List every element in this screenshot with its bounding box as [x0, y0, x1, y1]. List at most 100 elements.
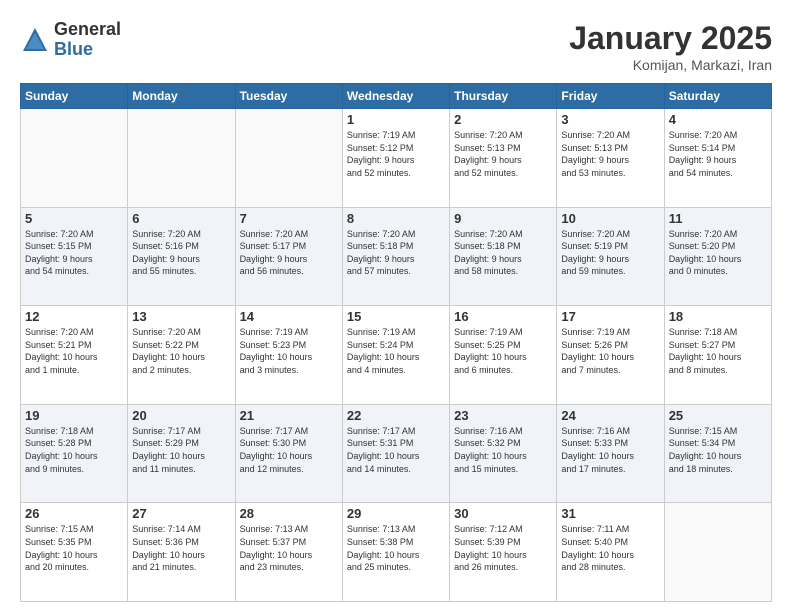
day-number: 8 — [347, 211, 445, 226]
col-monday: Monday — [128, 84, 235, 109]
header: General Blue January 2025 Komijan, Marka… — [20, 20, 772, 73]
day-cell: 30Sunrise: 7:12 AM Sunset: 5:39 PM Dayli… — [450, 503, 557, 602]
day-cell: 2 Sunrise: 7:20 AM Sunset: 5:13 PM Daylig… — [450, 109, 557, 208]
day-number: 2 — [454, 112, 552, 127]
day-number: 19 — [25, 408, 123, 423]
day-info: Sunrise: 7:20 AM Sunset: 5:15 PM Dayligh… — [25, 228, 123, 278]
day-number: 24 — [561, 408, 659, 423]
day-info: Sunrise: 7:19 AM Sunset: 5:25 PM Dayligh… — [454, 326, 552, 376]
day-number: 6 — [132, 211, 230, 226]
day-info: Sunrise: 7:16 AM Sunset: 5:33 PM Dayligh… — [561, 425, 659, 475]
day-number: 28 — [240, 506, 338, 521]
day-info: Sunrise: 7:20 AM Sunset: 5:18 PM Dayligh… — [454, 228, 552, 278]
day-info: Sunrise: 7:20 AM Sunset: 5:14 PM Dayligh… — [669, 129, 767, 179]
day-info: Sunrise: 7:16 AM Sunset: 5:32 PM Dayligh… — [454, 425, 552, 475]
day-info: Sunrise: 7:20 AM Sunset: 5:21 PM Dayligh… — [25, 326, 123, 376]
day-cell: 1 Sunrise: 7:19 AM Sunset: 5:12 PM Daylig… — [342, 109, 449, 208]
logo: General Blue — [20, 20, 121, 60]
day-cell: 17Sunrise: 7:19 AM Sunset: 5:26 PM Dayli… — [557, 306, 664, 405]
logo-icon — [20, 25, 50, 55]
day-cell: 8 Sunrise: 7:20 AM Sunset: 5:18 PM Daylig… — [342, 207, 449, 306]
day-info: Sunrise: 7:11 AM Sunset: 5:40 PM Dayligh… — [561, 523, 659, 573]
logo-general-text: General — [54, 20, 121, 40]
day-cell: 24 Sunrise: 7:16 AM Sunset: 5:33 PM Dayli… — [557, 404, 664, 503]
day-info: Sunrise: 7:20 AM Sunset: 5:16 PM Dayligh… — [132, 228, 230, 278]
logo-blue-text: Blue — [54, 40, 121, 60]
day-cell: 20 Sunrise: 7:17 AM Sunset: 5:29 PM Dayli… — [128, 404, 235, 503]
day-number: 1 — [347, 112, 445, 127]
day-info: Sunrise: 7:18 AM Sunset: 5:27 PM Dayligh… — [669, 326, 767, 376]
day-cell: 21 Sunrise: 7:17 AM Sunset: 5:30 PM Dayli… — [235, 404, 342, 503]
day-cell — [235, 109, 342, 208]
col-thursday: Thursday — [450, 84, 557, 109]
day-number: 29 — [347, 506, 445, 521]
day-info: Sunrise: 7:20 AM Sunset: 5:22 PM Dayligh… — [132, 326, 230, 376]
day-info: Sunrise: 7:19 AM Sunset: 5:12 PM Dayligh… — [347, 129, 445, 179]
header-row: Sunday Monday Tuesday Wednesday Thursday… — [21, 84, 772, 109]
day-cell: 4 Sunrise: 7:20 AM Sunset: 5:14 PM Daylig… — [664, 109, 771, 208]
day-info: Sunrise: 7:13 AM Sunset: 5:37 PM Dayligh… — [240, 523, 338, 573]
day-number: 10 — [561, 211, 659, 226]
day-cell — [128, 109, 235, 208]
day-info: Sunrise: 7:12 AM Sunset: 5:39 PM Dayligh… — [454, 523, 552, 573]
day-cell: 3 Sunrise: 7:20 AM Sunset: 5:13 PM Daylig… — [557, 109, 664, 208]
day-cell: 31Sunrise: 7:11 AM Sunset: 5:40 PM Dayli… — [557, 503, 664, 602]
day-info: Sunrise: 7:20 AM Sunset: 5:13 PM Dayligh… — [454, 129, 552, 179]
day-info: Sunrise: 7:15 AM Sunset: 5:34 PM Dayligh… — [669, 425, 767, 475]
day-cell: 14Sunrise: 7:19 AM Sunset: 5:23 PM Dayli… — [235, 306, 342, 405]
logo-text: General Blue — [54, 20, 121, 60]
day-number: 4 — [669, 112, 767, 127]
week-row-4: 19 Sunrise: 7:18 AM Sunset: 5:28 PM Dayli… — [21, 404, 772, 503]
day-info: Sunrise: 7:18 AM Sunset: 5:28 PM Dayligh… — [25, 425, 123, 475]
day-info: Sunrise: 7:20 AM Sunset: 5:17 PM Dayligh… — [240, 228, 338, 278]
day-number: 27 — [132, 506, 230, 521]
calendar-subtitle: Komijan, Markazi, Iran — [569, 57, 772, 73]
day-cell: 10Sunrise: 7:20 AM Sunset: 5:19 PM Dayli… — [557, 207, 664, 306]
day-info: Sunrise: 7:19 AM Sunset: 5:24 PM Dayligh… — [347, 326, 445, 376]
day-info: Sunrise: 7:15 AM Sunset: 5:35 PM Dayligh… — [25, 523, 123, 573]
week-row-5: 26 Sunrise: 7:15 AM Sunset: 5:35 PM Dayli… — [21, 503, 772, 602]
day-cell: 11Sunrise: 7:20 AM Sunset: 5:20 PM Dayli… — [664, 207, 771, 306]
day-number: 9 — [454, 211, 552, 226]
col-tuesday: Tuesday — [235, 84, 342, 109]
page: General Blue January 2025 Komijan, Marka… — [0, 0, 792, 612]
day-number: 14 — [240, 309, 338, 324]
day-info: Sunrise: 7:17 AM Sunset: 5:29 PM Dayligh… — [132, 425, 230, 475]
day-number: 25 — [669, 408, 767, 423]
calendar-title: January 2025 — [569, 20, 772, 57]
day-cell: 7Sunrise: 7:20 AM Sunset: 5:17 PM Daylig… — [235, 207, 342, 306]
title-block: January 2025 Komijan, Markazi, Iran — [569, 20, 772, 73]
day-number: 13 — [132, 309, 230, 324]
day-cell: 13 Sunrise: 7:20 AM Sunset: 5:22 PM Dayli… — [128, 306, 235, 405]
day-cell: 16Sunrise: 7:19 AM Sunset: 5:25 PM Dayli… — [450, 306, 557, 405]
day-cell: 6 Sunrise: 7:20 AM Sunset: 5:16 PM Daylig… — [128, 207, 235, 306]
day-number: 17 — [561, 309, 659, 324]
day-number: 11 — [669, 211, 767, 226]
col-friday: Friday — [557, 84, 664, 109]
day-info: Sunrise: 7:20 AM Sunset: 5:13 PM Dayligh… — [561, 129, 659, 179]
day-number: 3 — [561, 112, 659, 127]
day-number: 21 — [240, 408, 338, 423]
day-cell — [664, 503, 771, 602]
week-row-1: 1 Sunrise: 7:19 AM Sunset: 5:12 PM Daylig… — [21, 109, 772, 208]
day-cell: 28 Sunrise: 7:13 AM Sunset: 5:37 PM Dayli… — [235, 503, 342, 602]
day-number: 20 — [132, 408, 230, 423]
calendar-table: Sunday Monday Tuesday Wednesday Thursday… — [20, 83, 772, 602]
day-cell: 15 Sunrise: 7:19 AM Sunset: 5:24 PM Dayli… — [342, 306, 449, 405]
week-row-2: 5 Sunrise: 7:20 AM Sunset: 5:15 PM Daylig… — [21, 207, 772, 306]
day-cell: 27Sunrise: 7:14 AM Sunset: 5:36 PM Dayli… — [128, 503, 235, 602]
day-info: Sunrise: 7:17 AM Sunset: 5:30 PM Dayligh… — [240, 425, 338, 475]
day-number: 12 — [25, 309, 123, 324]
day-cell: 29Sunrise: 7:13 AM Sunset: 5:38 PM Dayli… — [342, 503, 449, 602]
day-number: 15 — [347, 309, 445, 324]
day-number: 5 — [25, 211, 123, 226]
day-number: 18 — [669, 309, 767, 324]
day-cell: 25 Sunrise: 7:15 AM Sunset: 5:34 PM Dayli… — [664, 404, 771, 503]
day-cell: 18 Sunrise: 7:18 AM Sunset: 5:27 PM Dayli… — [664, 306, 771, 405]
day-cell: 5 Sunrise: 7:20 AM Sunset: 5:15 PM Daylig… — [21, 207, 128, 306]
day-cell: 22Sunrise: 7:17 AM Sunset: 5:31 PM Dayli… — [342, 404, 449, 503]
day-number: 26 — [25, 506, 123, 521]
day-number: 22 — [347, 408, 445, 423]
day-cell — [21, 109, 128, 208]
day-info: Sunrise: 7:20 AM Sunset: 5:18 PM Dayligh… — [347, 228, 445, 278]
